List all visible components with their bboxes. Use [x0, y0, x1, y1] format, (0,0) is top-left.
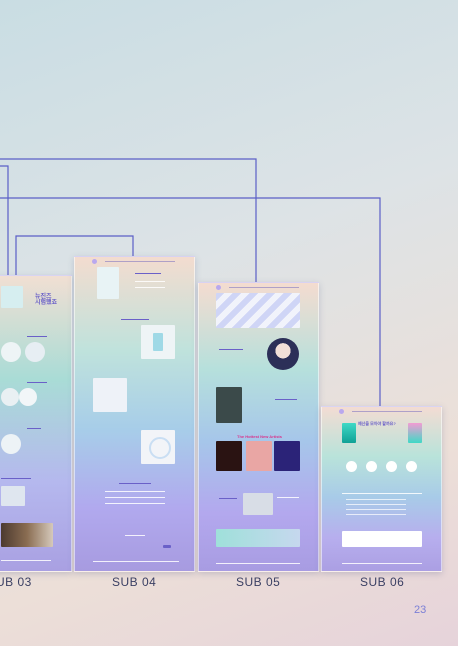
sub03-hero-image — [1, 286, 23, 308]
sub06-icon-1[interactable] — [346, 461, 357, 472]
sub03-product-5 — [1, 434, 21, 454]
sub05-label: SUB 05 — [236, 575, 281, 589]
sub05-artist-6 — [243, 493, 273, 515]
sub06-hero-title: 예산을 모아야 할까요? — [358, 421, 396, 426]
sub03-product-4 — [19, 388, 37, 406]
sub05-artist-1 — [267, 338, 299, 370]
sub03-product-1 — [1, 342, 21, 362]
sub04-cta-button[interactable] — [163, 545, 171, 548]
sub05-page-thumbnail[interactable]: The Hottest New Artists — [198, 282, 319, 572]
sub06-form-box[interactable] — [342, 531, 422, 547]
sub03-label: UB 03 — [0, 575, 32, 589]
sub05-artist-4 — [246, 441, 272, 471]
sub03-page-thumbnail[interactable]: 뉴진즈 시험했죠 — [0, 275, 72, 572]
sub05-artist-2 — [216, 387, 242, 423]
sub05-hero-banner — [216, 293, 300, 328]
sub05-hottest-title: The Hottest New Artists — [237, 434, 282, 439]
sub05-nav — [199, 283, 318, 291]
sub03-image-strip — [1, 486, 25, 506]
sub04-product-3-ring — [149, 437, 171, 459]
sub04-label: SUB 04 — [112, 575, 157, 589]
sub06-hero-figure-left — [342, 423, 356, 443]
sub06-icon-4[interactable] — [406, 461, 417, 472]
sub06-page-thumbnail[interactable]: 예산을 모아야 할까요? — [321, 406, 442, 572]
sub04-product-1-inner — [153, 333, 163, 351]
sub06-label: SUB 06 — [360, 575, 405, 589]
page-number: 23 — [414, 604, 427, 616]
sub04-product-2 — [93, 378, 127, 412]
sub06-icon-3[interactable] — [386, 461, 397, 472]
sub06-nav — [322, 407, 441, 415]
connector-sub03-a — [0, 165, 9, 276]
sub04-hero-product — [97, 267, 119, 299]
sub04-nav — [75, 257, 194, 265]
sub04-page-thumbnail[interactable] — [74, 256, 195, 572]
sub05-artist-5 — [274, 441, 300, 471]
sub03-banner — [1, 523, 53, 547]
sub05-footer-banner — [216, 529, 300, 547]
sub03-product-3 — [1, 388, 19, 406]
sub06-icon-2[interactable] — [366, 461, 377, 472]
sub06-hero-figure-right — [408, 423, 422, 443]
sub03-product-2 — [25, 342, 45, 362]
sub05-artist-3 — [216, 441, 242, 471]
sub03-hero-title: 뉴진즈 시험했죠 — [35, 294, 58, 306]
